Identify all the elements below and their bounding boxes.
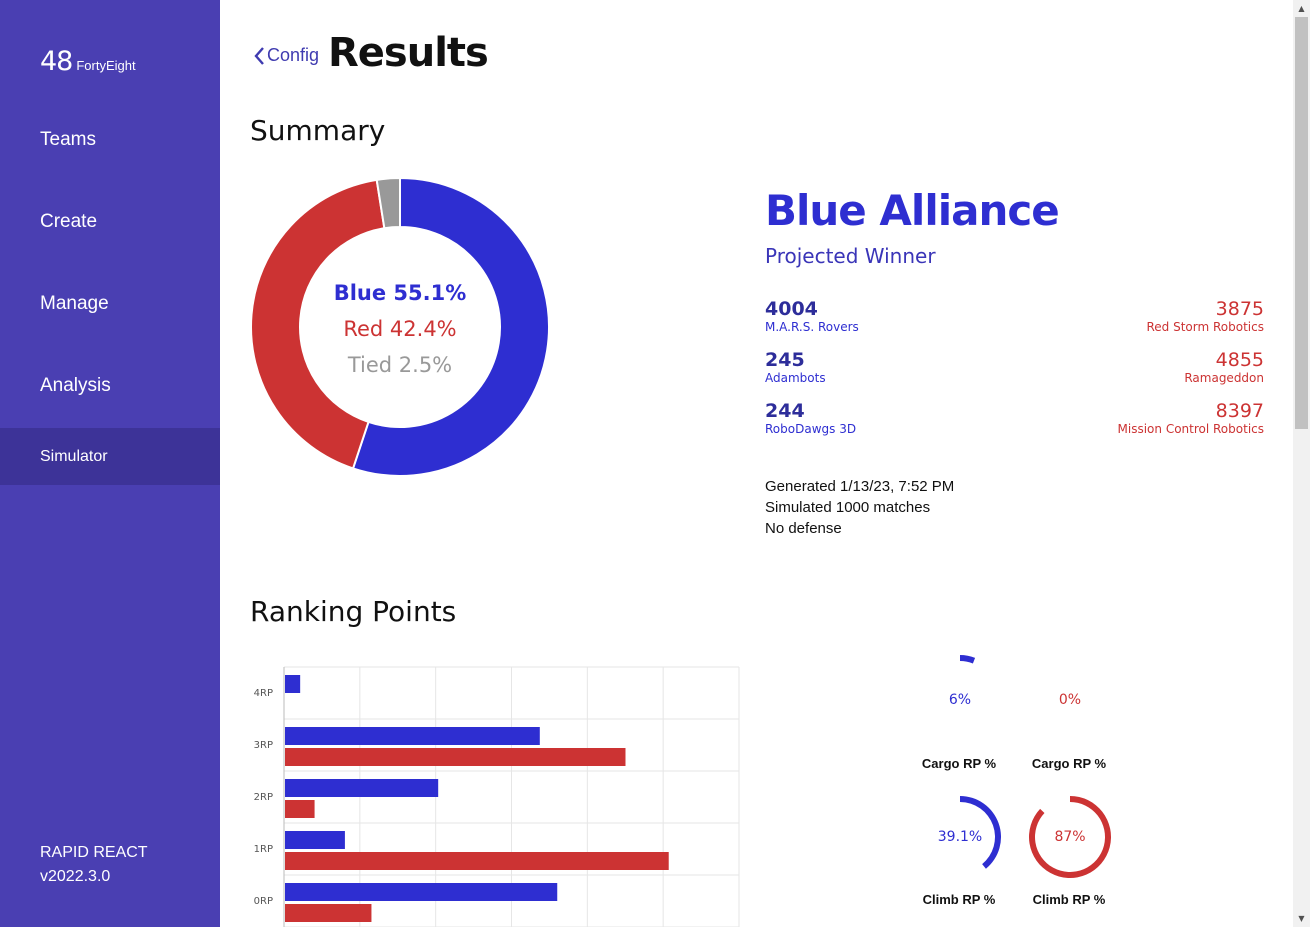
blue-team-3: 244 RoboDawgs 3D — [765, 400, 856, 436]
bar-red-0rp — [285, 904, 372, 922]
ranking-points-heading: Ranking Points — [250, 595, 457, 628]
team-name: Red Storm Robotics — [1146, 320, 1265, 334]
scrollbar-thumb[interactable] — [1295, 17, 1308, 429]
brand-logo[interactable]: 48 FortyEight — [40, 46, 136, 77]
team-name: Mission Control Robotics — [1117, 422, 1264, 436]
team-name: RoboDawgs 3D — [765, 422, 857, 436]
red-climb-rp-label: Climb RP % — [1032, 892, 1106, 907]
nav-item-teams[interactable]: Teams — [0, 129, 220, 151]
donut-tied-label: Tied 2.5% — [347, 353, 453, 377]
footer-version: v2022.3.0 — [40, 868, 111, 885]
nav-item-simulator[interactable]: Simulator — [0, 428, 220, 485]
donut-blue-label: Blue 55.1% — [333, 281, 467, 305]
chevron-left-icon — [254, 46, 264, 65]
tick-label-0rp: 0RP — [254, 896, 273, 907]
donut-red-label: Red 42.4% — [343, 317, 457, 341]
tick-label-4rp: 4RP — [254, 688, 273, 699]
brand-name: FortyEight — [76, 58, 136, 73]
bar-blue-4rp — [285, 675, 301, 693]
summary-heading: Summary — [250, 114, 386, 147]
page-title: Results — [328, 30, 489, 76]
team-number: 245 — [765, 349, 805, 371]
team-name: Adambots — [765, 371, 826, 385]
blue-cargo-rp-label: Cargo RP % — [921, 756, 997, 771]
team-number: 4004 — [765, 298, 818, 320]
team-number: 3875 — [1215, 298, 1264, 320]
blue-cargo-rp-value: 6% — [948, 692, 972, 708]
blue-team-1: 4004 M.A.R.S. Rovers — [765, 298, 859, 334]
sidebar: 48 FortyEight Teams Create Manage Analys… — [0, 0, 220, 927]
bar-blue-3rp — [285, 727, 540, 745]
team-number: 244 — [765, 400, 805, 422]
nav-item-analysis[interactable]: Analysis — [0, 375, 220, 397]
bar-blue-1rp — [285, 831, 345, 849]
team-number: 8397 — [1215, 400, 1264, 422]
blue-climb-rp-value: 39.1% — [937, 829, 983, 845]
red-team-3: 8397 Mission Control Robotics — [1118, 400, 1264, 436]
tick-label-3rp: 3RP — [254, 740, 273, 751]
gauge-arc — [960, 655, 976, 664]
back-link-label: Config — [267, 45, 320, 65]
scrollbar[interactable]: ▲ ▼ — [1293, 0, 1310, 927]
simulated-count: Simulated 1000 matches — [765, 499, 931, 516]
bar-blue-0rp — [285, 883, 558, 901]
nav-item-manage[interactable]: Manage — [0, 293, 220, 315]
red-team-1: 3875 Red Storm Robotics — [1147, 298, 1265, 334]
team-name: M.A.R.S. Rovers — [765, 320, 859, 334]
footer-game-name: RAPID REACT — [40, 844, 148, 861]
blue-team-2: 245 Adambots — [765, 349, 826, 385]
defense-setting: No defense — [765, 520, 842, 537]
bar-red-1rp — [285, 852, 669, 870]
ranking-points-bar-chart: 4RP 3RP 2RP 1RP 0RP — [254, 666, 740, 927]
generated-timestamp: Generated 1/13/23, 7:52 PM — [765, 478, 955, 495]
tick-label-1rp: 1RP — [254, 844, 273, 855]
team-name: Ramageddon — [1184, 371, 1264, 385]
bar-blue-2rp — [285, 779, 439, 797]
tick-label-2rp: 2RP — [254, 792, 273, 803]
scroll-up-arrow-icon[interactable]: ▲ — [1293, 0, 1310, 17]
blue-climb-rp-label: Climb RP % — [922, 892, 996, 907]
nav-item-create[interactable]: Create — [0, 211, 220, 233]
red-climb-rp-value: 87% — [1054, 829, 1086, 845]
back-to-config-link[interactable]: Config — [253, 45, 319, 66]
team-number: 4855 — [1215, 349, 1264, 371]
brand-number: 48 — [40, 46, 73, 77]
scroll-down-arrow-icon[interactable]: ▼ — [1293, 910, 1310, 927]
bar-red-2rp — [285, 800, 315, 818]
projected-winner-name: Blue Alliance — [765, 186, 1060, 235]
bar-red-3rp — [285, 748, 626, 766]
red-team-2: 4855 Ramageddon — [1184, 349, 1264, 385]
projected-winner-subtitle: Projected Winner — [765, 244, 936, 268]
red-cargo-rp-value: 0% — [1058, 692, 1082, 708]
red-cargo-rp-label: Cargo RP % — [1031, 756, 1107, 771]
